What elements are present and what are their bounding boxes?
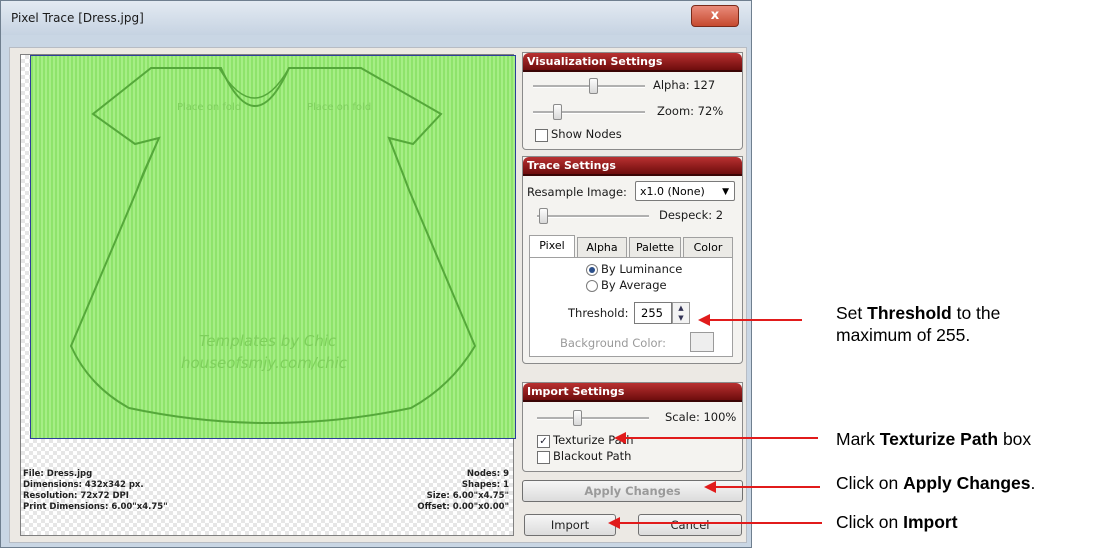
import-annotation: Click on Import (836, 511, 958, 533)
alpha-slider[interactable] (533, 78, 645, 94)
tab-pixel[interactable]: Pixel (529, 235, 575, 257)
spin-down-icon[interactable]: ▼ (673, 313, 689, 323)
tab-alpha[interactable]: Alpha (577, 237, 627, 257)
texturize-annotation: Mark Texturize Path box (836, 428, 1031, 450)
blackout-path-checkbox[interactable] (537, 451, 550, 464)
trace-info: Nodes: 9 Shapes: 1 Size: 6.00"x4.75" Off… (417, 469, 509, 513)
watermark-line-2: houseofsmjy.com/chic (181, 354, 348, 372)
show-nodes-checkbox[interactable] (535, 129, 548, 142)
tab-palette[interactable]: Palette (629, 237, 681, 257)
zoom-label: Zoom: 72% (657, 104, 724, 118)
threshold-arrow (698, 314, 802, 326)
file-name: File: Dress.jpg (23, 469, 93, 479)
by-average-radio[interactable] (586, 280, 598, 292)
import-button[interactable]: Import (524, 514, 616, 536)
import-settings-panel: Import Settings Scale: 100% ✓ Texturize … (522, 382, 743, 472)
threshold-anno-bold: Threshold (867, 303, 952, 323)
watermark-line-1: Templates by Chic (199, 332, 337, 350)
cancel-button[interactable]: Cancel (638, 514, 742, 536)
alpha-label: Alpha: 127 (653, 78, 716, 92)
apply-anno-pre: Click on (836, 473, 904, 493)
trace-settings-panel: Trace Settings Resample Image: x1.0 (Non… (522, 156, 743, 364)
dimensions: Dimensions: 432x342 px. (23, 480, 144, 490)
visualization-settings-header: Visualization Settings (523, 53, 742, 72)
resolution: Resolution: 72x72 DPI (23, 491, 129, 501)
texturize-path-checkbox[interactable]: ✓ (537, 435, 550, 448)
place-on-fold-left: Place on fold (177, 102, 241, 113)
trace-tabs: Pixel Alpha Palette Color By Luminance B… (529, 235, 735, 359)
threshold-anno-line2: maximum of 255. (836, 325, 971, 345)
shapes-count: Shapes: 1 (461, 480, 509, 490)
dress-outline: Place on fold Place on fold Templates by… (69, 67, 477, 424)
chevron-down-icon: ▼ (722, 187, 729, 197)
pixel-trace-window: Pixel Trace [Dress.jpg] x Place on fold … (0, 0, 752, 548)
image-info: File: Dress.jpg Dimensions: 432x342 px. … (23, 469, 168, 513)
apply-annotation: Click on Apply Changes. (836, 472, 1035, 494)
apply-anno-bold: Apply Changes (903, 473, 1031, 493)
window-title: Pixel Trace [Dress.jpg] (11, 11, 144, 25)
threshold-spinner[interactable]: ▲ ▼ (672, 302, 690, 324)
threshold-anno-post: to the (951, 303, 1001, 323)
visualization-settings-panel: Visualization Settings Alpha: 127 Zoom: … (522, 52, 743, 150)
alpha-slider-thumb[interactable] (589, 78, 598, 94)
background-color-swatch[interactable] (690, 332, 714, 352)
traced-image: Place on fold Place on fold Templates by… (30, 55, 516, 439)
by-luminance-label: By Luminance (601, 262, 683, 276)
zoom-slider[interactable] (533, 104, 645, 120)
trace-settings-header: Trace Settings (523, 157, 742, 176)
scale-slider[interactable] (537, 410, 649, 426)
show-nodes-label: Show Nodes (551, 127, 622, 141)
resample-label: Resample Image: (527, 185, 627, 199)
resample-select[interactable]: x1.0 (None) ▼ (635, 181, 735, 201)
background-color-label: Background Color: (560, 336, 666, 350)
despeck-label: Despeck: 2 (659, 208, 724, 222)
apply-anno-post: . (1030, 473, 1036, 493)
import-settings-header: Import Settings (523, 383, 742, 402)
threshold-annotation: Set Threshold to the maximum of 255. (836, 302, 1000, 346)
texturize-arrow (614, 432, 818, 444)
dialog-body: Place on fold Place on fold Templates by… (9, 47, 747, 543)
print-dimensions: Print Dimensions: 6.00"x4.75" (23, 502, 168, 512)
scale-label: Scale: 100% (665, 410, 737, 424)
import-anno-pre: Click on (836, 512, 904, 532)
preview-canvas[interactable]: Place on fold Place on fold Templates by… (20, 54, 516, 536)
zoom-slider-thumb[interactable] (553, 104, 562, 120)
apply-arrow (704, 481, 820, 493)
close-button[interactable]: x (691, 5, 739, 27)
scale-slider-thumb[interactable] (573, 410, 582, 426)
threshold-input[interactable]: 255 (634, 302, 672, 324)
title-bar[interactable]: Pixel Trace [Dress.jpg] x (1, 1, 751, 35)
threshold-label: Threshold: (568, 306, 629, 320)
import-arrow (608, 517, 822, 529)
by-luminance-radio[interactable] (586, 264, 598, 276)
threshold-anno-pre: Set (836, 303, 868, 323)
place-on-fold-right: Place on fold (307, 102, 371, 113)
blackout-path-label: Blackout Path (553, 449, 632, 463)
nodes-count: Nodes: 9 (466, 469, 509, 479)
pixel-tab-content: By Luminance By Average Threshold: 255 ▲… (529, 257, 733, 357)
despeck-slider[interactable] (537, 208, 649, 224)
texturize-anno-pre: Mark (836, 429, 880, 449)
by-average-label: By Average (601, 278, 667, 292)
despeck-slider-thumb[interactable] (539, 208, 548, 224)
size: Size: 6.00"x4.75" (426, 491, 509, 501)
tab-color[interactable]: Color (683, 237, 733, 257)
offset: Offset: 0.00"x0.00" (417, 502, 509, 512)
texturize-anno-bold: Texturize Path (879, 429, 999, 449)
import-anno-bold: Import (903, 512, 958, 532)
texturize-anno-post: box (998, 429, 1032, 449)
resample-value: x1.0 (None) (640, 185, 705, 198)
spin-up-icon[interactable]: ▲ (673, 303, 689, 313)
